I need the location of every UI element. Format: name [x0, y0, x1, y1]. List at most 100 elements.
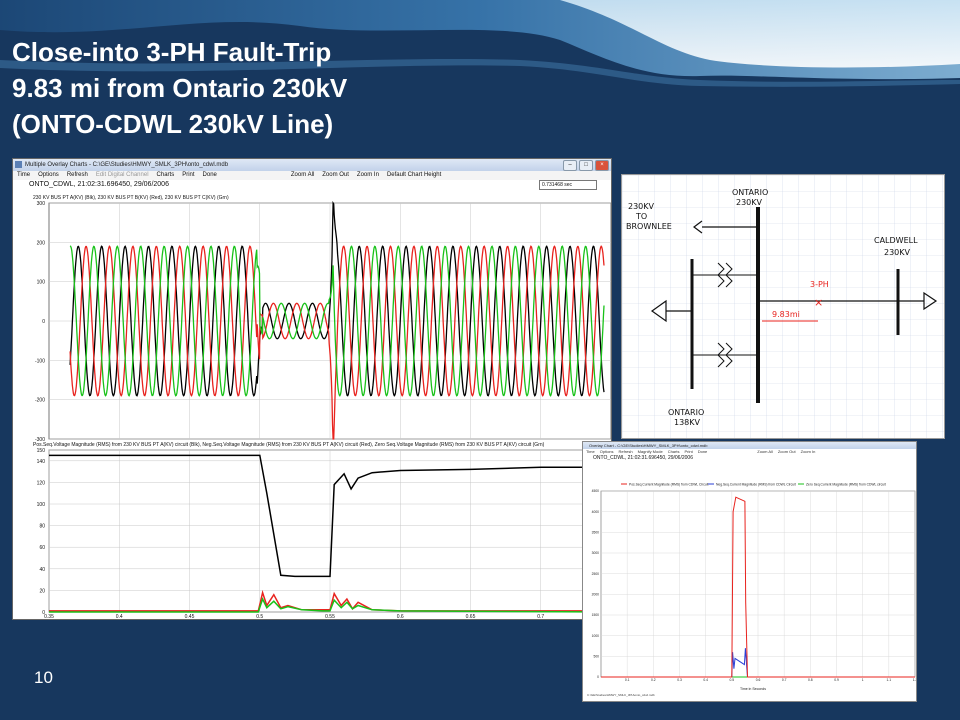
- current-legend-pos: Pos.Seq.Current Magnitude (RMS) from CDW…: [629, 483, 708, 487]
- current-y-tick-label: 2500: [592, 572, 600, 576]
- current-legend-neg: Neg.Seq.Current Magnitude (RMS) from CDW…: [716, 483, 796, 487]
- current-legend-zero: Zero Seq.Current Magnitude (RMS) from CD…: [806, 483, 886, 487]
- ontario-138-label-2: 138KV: [674, 418, 701, 427]
- record-label: ONTO_CDWL, 21:02:31.696450, 29/06/2006: [29, 181, 169, 188]
- top-chart-legend: 230 KV BUS PT A(KV) (Blk), 230 KV BUS PT…: [33, 195, 229, 201]
- current-chart-plot: Pos.Seq.Current Magnitude (RMS) from CDW…: [592, 483, 917, 692]
- bottom-x-tick-label: 0.4: [116, 614, 123, 620]
- bottom-y-tick-label: 150: [37, 448, 46, 454]
- bottom-x-tick-label: 0.65: [466, 614, 476, 620]
- menu-zoom-in[interactable]: Zoom In: [357, 171, 379, 180]
- current-y-tick-label: 0: [597, 675, 599, 679]
- w2-menu-zoom-all[interactable]: Zoom All: [757, 449, 773, 455]
- current-x-tick-label: 0.6: [756, 678, 761, 682]
- top-y-tick-label: -200: [35, 398, 45, 404]
- bottom-x-tick-label: 0.55: [325, 614, 335, 620]
- w2-menu-zoom-out[interactable]: Zoom Out: [778, 449, 796, 455]
- slide-title: Close-into 3-PH Fault-Trip 9.83 mi from …: [12, 34, 347, 142]
- current-y-tick-label: 4000: [592, 510, 600, 514]
- current-x-tick-label: 0.1: [625, 678, 630, 682]
- menu-refresh[interactable]: Refresh: [67, 171, 88, 180]
- slide-title-line-1: Close-into 3-PH Fault-Trip: [12, 37, 332, 67]
- menu-done[interactable]: Done: [203, 171, 217, 180]
- current-y-tick-label: 3500: [592, 531, 600, 535]
- bottom-x-tick-label: 0.6: [397, 614, 404, 620]
- current-footer: C:\GE\Studies\HMWY_SMLK_3PH\onto_cdwl.md…: [587, 693, 655, 697]
- brownlee-label-2: TO: [635, 212, 647, 221]
- current-x-tick-label: 1.1: [887, 678, 892, 682]
- ontario-138-label-1: ONTARIO: [668, 408, 704, 417]
- bottom-y-tick-label: 120: [37, 480, 46, 486]
- current-y-tick-label: 3000: [592, 551, 600, 555]
- ontario-230-label-2: 230KV: [736, 198, 763, 207]
- menu-default-chart-height[interactable]: Default Chart Height: [387, 171, 441, 180]
- top-y-tick-label: 100: [37, 280, 46, 286]
- menu-zoom-all[interactable]: Zoom All: [291, 171, 314, 180]
- bottom-y-tick-label: 20: [39, 588, 45, 594]
- fault-x-icon: ×: [814, 296, 823, 309]
- bottom-y-tick-label: 100: [37, 502, 46, 508]
- slide-title-line-3: (ONTO-CDWL 230kV Line): [12, 109, 334, 139]
- caldwell-label-1: CALDWELL: [874, 236, 918, 245]
- app-icon: [15, 161, 22, 168]
- w2-menu-zoom-in[interactable]: Zoom In: [801, 449, 816, 455]
- one-line-diagram: × 3-PH 9.83mi ONTARIO 230KV 230KV TO BRO…: [621, 174, 945, 439]
- window-title: Multiple Overlay Charts - C:\GE\Studies\…: [25, 162, 229, 168]
- menu-edit-digital-channel[interactable]: Edit Digital Channel: [96, 171, 149, 180]
- maximize-button[interactable]: □: [579, 160, 593, 171]
- bottom-x-tick-label: 0.45: [185, 614, 195, 620]
- bottom-x-tick-label: 0.35: [44, 614, 54, 620]
- brownlee-label-3: BROWNLEE: [626, 222, 672, 231]
- distance-label: 9.83mi: [772, 310, 800, 319]
- overlay-charts-plot: 230 KV BUS PT A(KV) (Blk), 230 KV BUS PT…: [33, 195, 611, 620]
- page-number: 10: [34, 668, 53, 687]
- bottom-x-tick-label: 0.5: [256, 614, 263, 620]
- current-y-tick-label: 2000: [592, 593, 600, 597]
- bottom-chart-legend: Pos.Seq.Voltage Magnitude (RMS) from 230…: [33, 442, 545, 448]
- record-info: ONTO_CDWL, 21:02:31.696450, 29/06/2006 0…: [13, 180, 611, 190]
- menu-zoom-out[interactable]: Zoom Out: [322, 171, 349, 180]
- current-y-tick-label: 500: [593, 655, 599, 659]
- bottom-y-tick-label: 140: [37, 459, 46, 465]
- bottom-y-tick-label: 60: [39, 545, 45, 551]
- ontario-230-label-1: ONTARIO: [732, 188, 768, 197]
- w2-menu-done[interactable]: Done: [698, 449, 708, 455]
- slide-title-line-2: 9.83 mi from Ontario 230kV: [12, 73, 348, 103]
- current-x-tick-label: 0.2: [651, 678, 656, 682]
- minimize-button[interactable]: –: [563, 160, 577, 171]
- current-x-label: Time in Seconds: [740, 687, 766, 691]
- window-titlebar[interactable]: Multiple Overlay Charts - C:\GE\Studies\…: [13, 159, 611, 171]
- top-y-tick-label: 300: [37, 201, 46, 207]
- cursor-time-field[interactable]: 0.731468 sec: [539, 180, 597, 190]
- caldwell-label-2: 230KV: [884, 248, 911, 257]
- current-window-titlebar[interactable]: Overlay Chart - C:\GE\Studies\HMWY_SMLK_…: [583, 442, 916, 449]
- current-y-tick-label: 4500: [592, 489, 600, 493]
- bottom-y-tick-label: 40: [39, 567, 45, 573]
- current-y-tick-label: 1500: [592, 613, 600, 617]
- current-x-tick-label: 0.8: [808, 678, 813, 682]
- current-x-tick-label: 0.4: [703, 678, 708, 682]
- menu-bar: Time Options Refresh Edit Digital Channe…: [13, 171, 611, 180]
- current-x-tick-label: 0.9: [834, 678, 839, 682]
- fault-label: 3-PH: [810, 280, 829, 289]
- top-y-tick-label: -100: [35, 358, 45, 364]
- close-button[interactable]: ×: [595, 160, 609, 171]
- diagram-sketch: × 3-PH 9.83mi ONTARIO 230KV 230KV TO BRO…: [622, 175, 944, 438]
- menu-options[interactable]: Options: [38, 171, 59, 180]
- brownlee-label-1: 230KV: [628, 202, 655, 211]
- overlay-charts-window: Multiple Overlay Charts - C:\GE\Studies\…: [12, 158, 612, 620]
- current-y-tick-label: 1000: [592, 634, 600, 638]
- menu-time[interactable]: Time: [17, 171, 30, 180]
- bottom-x-tick-label: 0.7: [537, 614, 544, 620]
- bottom-y-tick-label: 80: [39, 524, 45, 530]
- top-y-tick-label: 200: [37, 240, 46, 246]
- menu-print[interactable]: Print: [182, 171, 194, 180]
- current-x-tick-label: 0.5: [730, 678, 735, 682]
- current-overlay-window: Overlay Chart - C:\GE\Studies\HMWY_SMLK_…: [582, 441, 917, 702]
- current-x-tick-label: 1: [862, 678, 864, 682]
- current-legend: Pos.Seq.Current Magnitude (RMS) from CDW…: [621, 483, 886, 487]
- top-y-tick-label: 0: [42, 319, 45, 325]
- menu-charts[interactable]: Charts: [157, 171, 175, 180]
- current-x-tick-label: 0.7: [782, 678, 787, 682]
- current-x-tick-label: 1.2: [913, 678, 917, 682]
